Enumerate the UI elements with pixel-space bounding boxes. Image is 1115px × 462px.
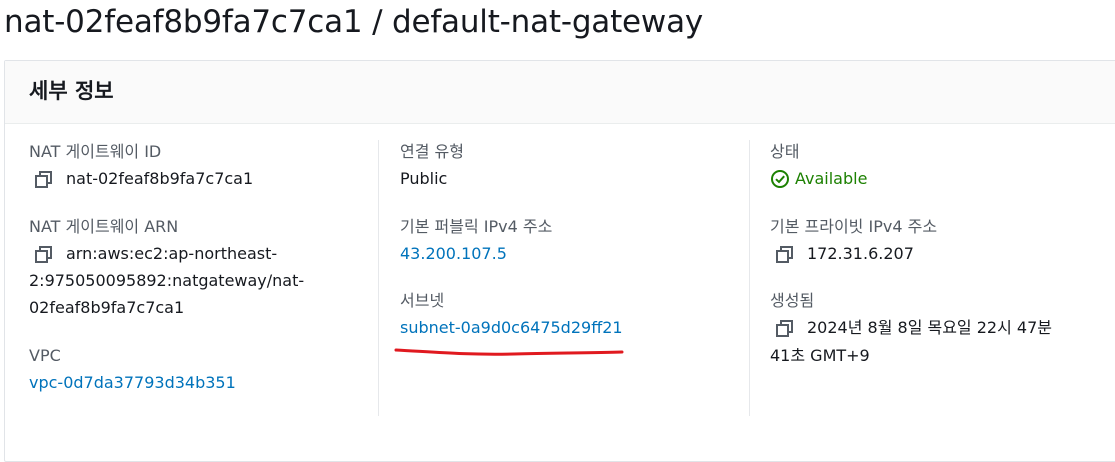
public-ip-label: 기본 퍼블릭 IPv4 주소	[400, 217, 553, 236]
nat-gateway-arn-line3: 02feaf8b9fa7c7ca1	[29, 298, 185, 317]
private-ip-row: 172.31.6.207	[774, 243, 914, 266]
created-line2: 41초 GMT+9	[770, 346, 870, 365]
connectivity-type-label: 연결 유형	[400, 142, 464, 161]
state-value: Available	[795, 169, 868, 188]
red-underline-annotation	[394, 348, 624, 356]
copy-icon[interactable]	[33, 244, 55, 266]
panel-header: 세부 정보	[5, 61, 1115, 124]
nat-gateway-id-row: nat-02feaf8b9fa7c7ca1	[33, 168, 253, 191]
panel-title: 세부 정보	[29, 79, 114, 103]
private-ip-label: 기본 프라이빗 IPv4 주소	[770, 217, 938, 236]
copy-icon[interactable]	[774, 244, 796, 266]
nat-gateway-arn-row: arn:aws:ec2:ap-northeast-	[33, 243, 277, 266]
nat-gateway-arn-label: NAT 게이트웨이 ARN	[29, 217, 179, 236]
state-label: 상태	[770, 142, 800, 161]
status-badge: Available	[770, 168, 867, 190]
page-title: nat-02feaf8b9fa7c7ca1 / default-nat-gate…	[4, 4, 704, 40]
subnet-link[interactable]: subnet-0a9d0c6475d29ff21	[400, 317, 623, 339]
private-ip-value: 172.31.6.207	[807, 244, 914, 263]
nat-gateway-id-value: nat-02feaf8b9fa7c7ca1	[66, 169, 254, 188]
connectivity-type-value: Public	[400, 169, 448, 188]
nat-gateway-arn-line1: arn:aws:ec2:ap-northeast-	[66, 244, 278, 263]
column-divider	[749, 140, 750, 416]
nat-gateway-arn-line2: 2:975050095892:natgateway/nat-	[29, 271, 305, 290]
vpc-link[interactable]: vpc-0d7da37793d34b351	[29, 372, 236, 394]
created-label: 생성됨	[770, 291, 815, 310]
nat-gateway-id-label: NAT 게이트웨이 ID	[29, 142, 162, 161]
column-divider	[378, 140, 379, 416]
check-circle-icon	[770, 169, 790, 189]
vpc-label: VPC	[29, 346, 61, 365]
created-line1: 2024년 8월 8일 목요일 22시 47분	[807, 318, 1052, 337]
subnet-label: 서브넷	[400, 291, 445, 310]
copy-icon[interactable]	[33, 169, 55, 191]
created-row: 2024년 8월 8일 목요일 22시 47분	[774, 317, 1052, 340]
copy-icon[interactable]	[774, 318, 796, 340]
public-ip-link[interactable]: 43.200.107.5	[400, 243, 507, 265]
